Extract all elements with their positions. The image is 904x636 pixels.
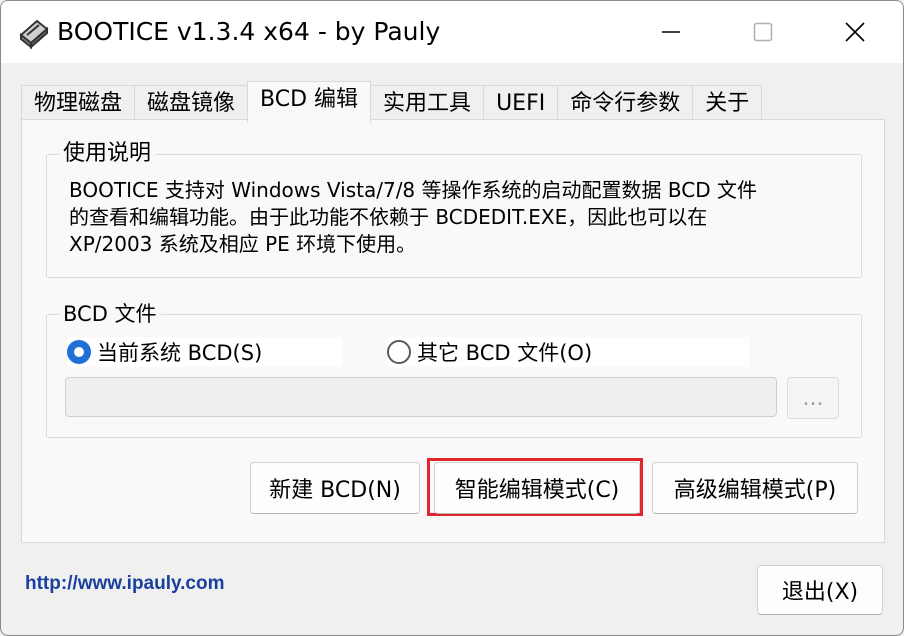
bcd-path-input <box>65 377 777 417</box>
tab-command-line[interactable]: 命令行参数 <box>557 85 694 123</box>
exit-button[interactable]: 退出(X) <box>757 565 883 615</box>
bcd-file-group: BCD 文件 当前系统 BCD(S) 其它 BCD 文件(O) ... <box>46 299 862 438</box>
usage-group: 使用说明 BOOTICE 支持对 Windows Vista/7/8 等操作系统… <box>46 139 862 278</box>
tab-utilities[interactable]: 实用工具 <box>370 85 485 123</box>
minimize-icon <box>662 31 680 33</box>
smart-edit-button[interactable]: 智能编辑模式(C) <box>434 462 640 514</box>
website-link[interactable]: http://www.ipauly.com <box>25 573 225 595</box>
maximize-icon <box>753 22 773 42</box>
browse-button: ... <box>787 377 839 419</box>
current-system-bcd-label: 当前系统 BCD(S) <box>97 341 263 365</box>
current-system-bcd-radio[interactable]: 当前系统 BCD(S) <box>67 337 343 367</box>
bootice-window: BOOTICE v1.3.4 x64 - by Pauly 物理磁盘 磁盘镜像 … <box>0 0 904 636</box>
tab-physical-disk[interactable]: 物理磁盘 <box>21 85 136 123</box>
usage-text: BOOTICE 支持对 Windows Vista/7/8 等操作系统的启动配置… <box>69 178 757 256</box>
radio-checked-icon <box>67 340 91 364</box>
tab-bcd-edit[interactable]: BCD 编辑 <box>247 81 372 123</box>
minimize-button[interactable] <box>625 1 717 63</box>
close-icon <box>845 22 865 42</box>
tab-strip: 物理磁盘 磁盘镜像 BCD 编辑 实用工具 UEFI 命令行参数 关于 <box>21 81 763 123</box>
tab-disk-image[interactable]: 磁盘镜像 <box>134 85 249 123</box>
radio-unchecked-icon <box>387 340 411 364</box>
other-bcd-file-label: 其它 BCD 文件(O) <box>417 341 593 365</box>
drive-icon <box>17 15 51 50</box>
advanced-edit-button[interactable]: 高级编辑模式(P) <box>652 462 858 514</box>
window-title: BOOTICE v1.3.4 x64 - by Pauly <box>57 17 441 46</box>
other-bcd-file-radio[interactable]: 其它 BCD 文件(O) <box>387 337 749 367</box>
title-bar: BOOTICE v1.3.4 x64 - by Pauly <box>1 1 903 63</box>
maximize-button[interactable] <box>717 1 809 63</box>
close-button[interactable] <box>809 1 901 63</box>
usage-legend: 使用说明 <box>59 139 156 169</box>
tab-uefi[interactable]: UEFI <box>483 85 559 123</box>
bcd-edit-panel: 使用说明 BOOTICE 支持对 Windows Vista/7/8 等操作系统… <box>21 119 885 543</box>
bcd-file-legend: BCD 文件 <box>59 299 161 329</box>
tab-about[interactable]: 关于 <box>692 85 763 123</box>
new-bcd-button[interactable]: 新建 BCD(N) <box>250 462 420 514</box>
